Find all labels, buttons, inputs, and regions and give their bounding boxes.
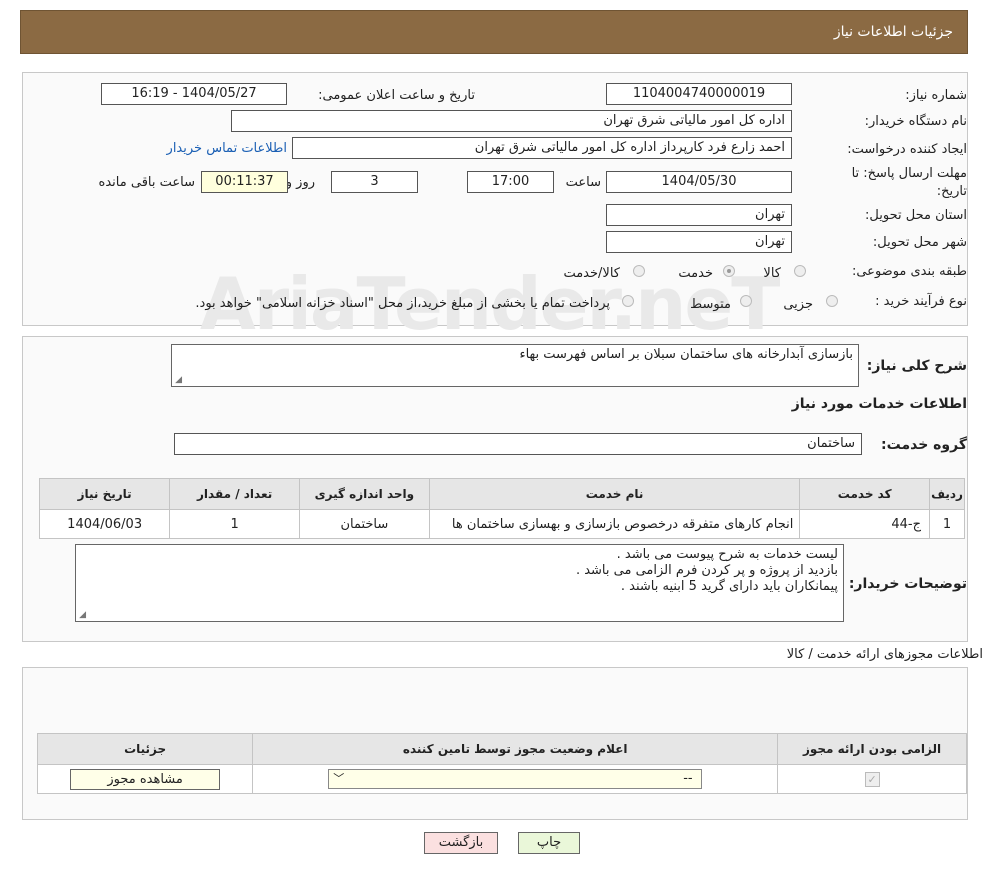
buyer-note-line: بازدید از پروژه و پر کردن فرم الزامی می … <box>575 563 838 578</box>
col-date: تاریخ نیاز <box>38 478 171 510</box>
deadline-label: مهلت ارسال پاسخ: تا تاریخ: <box>851 166 967 199</box>
page-title: جزئیات اطلاعات نیاز <box>833 24 953 40</box>
summary-label: شرح کلی نیاز: <box>866 358 967 374</box>
table-row: ✓ -- ﹀ مشاهده مجوز <box>36 764 967 794</box>
service-group-field: ساختمان <box>174 433 862 455</box>
buyer-note-line: پیمانکاران باید دارای گرید 5 ابنیه باشند… <box>620 579 838 594</box>
licenses-title: اطلاعات مجوزهای ارائه خدمت / کالا <box>786 647 983 662</box>
license-details-cell: مشاهده مجوز <box>36 764 254 794</box>
license-required-cell: ✓ <box>777 764 967 794</box>
view-license-button[interactable]: مشاهده مجوز <box>70 768 221 790</box>
category-option-goods-service: کالا/خدمت <box>563 266 620 281</box>
buyer-notes-label: توضیحات خریدار: <box>848 576 967 592</box>
city-label: شهر محل تحویل: <box>872 235 967 250</box>
license-status-value: -- <box>683 771 693 786</box>
deadline-days-field: 3 <box>331 171 418 193</box>
treasury-note: پرداخت تمام یا بخشی از مبلغ خرید،از محل … <box>195 296 610 311</box>
col-license-required: الزامی بودن ارائه مجوز <box>777 733 967 765</box>
requester-field: احمد زارع فرد کارپرداز اداره کل امور مال… <box>292 137 792 159</box>
page-header: جزئیات اطلاعات نیاز <box>20 10 968 54</box>
deadline-time-field: 17:00 <box>467 171 554 193</box>
col-unit: واحد اندازه گیری <box>298 478 430 510</box>
treasury-checkbox[interactable] <box>622 295 634 307</box>
resize-grip-icon[interactable]: ◢ <box>78 611 86 620</box>
remaining-time-label: ساعت باقی مانده <box>98 175 195 190</box>
category-radio-service[interactable] <box>723 265 735 277</box>
deadline-days-label: روز و <box>285 175 315 190</box>
requester-label: ایجاد کننده درخواست: <box>847 142 967 157</box>
summary-text: بازسازی آبدارخانه های ساختمان سبلان بر ا… <box>519 347 853 362</box>
cell-name: انجام کارهای متفرقه درخصوص بازسازی و بهس… <box>428 509 801 539</box>
buyer-note-line: لیست خدمات به شرح پیوست می باشد . <box>616 547 838 562</box>
category-radio-goods[interactable] <box>794 265 806 277</box>
purchase-radio-medium[interactable] <box>740 295 752 307</box>
services-title: اطلاعات خدمات مورد نیاز <box>791 396 967 412</box>
province-field: تهران <box>606 204 792 226</box>
purchase-type-label: نوع فرآیند خرید : <box>875 294 967 309</box>
resize-grip-icon[interactable]: ◢ <box>174 376 182 385</box>
purchase-option-minor: جزیی <box>783 297 813 312</box>
deadline-date-field: 1404/05/30 <box>606 171 792 193</box>
col-code: کد خدمت <box>799 478 931 510</box>
announce-datetime-field: 1404/05/27 - 16:19 <box>101 83 287 105</box>
remaining-time-field: 00:11:37 <box>201 171 288 193</box>
city-field: تهران <box>606 231 792 253</box>
cell-unit: ساختمان <box>298 509 430 539</box>
license-status-select[interactable]: -- ﹀ <box>328 769 703 789</box>
province-label: استان محل تحویل: <box>865 208 967 223</box>
category-option-goods: کالا <box>763 266 781 281</box>
cell-code: ج-44 <box>799 509 931 539</box>
category-radio-goods-service[interactable] <box>633 265 645 277</box>
table-row: 1 ج-44 انجام کارهای متفرقه درخصوص بازساز… <box>38 509 965 539</box>
chevron-down-icon: ﹀ <box>333 772 345 785</box>
summary-textarea[interactable]: بازسازی آبدارخانه های ساختمان سبلان بر ا… <box>171 344 859 387</box>
licenses-table: الزامی بودن ارائه مجوز اعلام وضعیت مجوز … <box>36 733 967 794</box>
license-status-cell: -- ﹀ <box>252 764 779 794</box>
print-button[interactable]: چاپ <box>518 832 580 854</box>
col-license-status: اعلام وضعیت مجوز توسط تامین کننده <box>252 733 779 765</box>
need-number-label: شماره نیاز: <box>905 88 967 103</box>
purchase-option-medium: متوسط <box>690 297 731 312</box>
services-table: ردیف کد خدمت نام خدمت واحد اندازه گیری ت… <box>38 478 965 539</box>
need-number-field: 1104004740000019 <box>606 83 792 105</box>
deadline-time-label: ساعت <box>565 175 601 190</box>
col-license-details: جزئیات <box>36 733 254 765</box>
col-row: ردیف <box>929 478 965 510</box>
announce-datetime-label: تاریخ و ساعت اعلان عمومی: <box>318 88 475 103</box>
back-button[interactable]: بازگشت <box>424 832 498 854</box>
services-table-header: ردیف کد خدمت نام خدمت واحد اندازه گیری ت… <box>38 478 965 510</box>
col-qty: تعداد / مقدار <box>169 478 300 510</box>
buyer-org-field: اداره کل امور مالیاتی شرق تهران <box>231 110 792 132</box>
col-name: نام خدمت <box>428 478 801 510</box>
licenses-table-header: الزامی بودن ارائه مجوز اعلام وضعیت مجوز … <box>36 733 967 765</box>
cell-row: 1 <box>929 509 965 539</box>
service-group-label: گروه خدمت: <box>881 437 967 453</box>
category-label: طبقه بندی موضوعی: <box>851 264 967 279</box>
purchase-radio-minor[interactable] <box>826 295 838 307</box>
cell-date: 1404/06/03 <box>38 509 171 539</box>
buyer-org-label: نام دستگاه خریدار: <box>864 114 967 129</box>
category-option-service: خدمت <box>678 266 713 281</box>
buyer-notes-textarea[interactable]: لیست خدمات به شرح پیوست می باشد . بازدید… <box>75 544 844 622</box>
cell-qty: 1 <box>169 509 300 539</box>
license-required-checkbox: ✓ <box>864 771 880 787</box>
buyer-contact-link[interactable]: اطلاعات تماس خریدار <box>167 141 287 156</box>
